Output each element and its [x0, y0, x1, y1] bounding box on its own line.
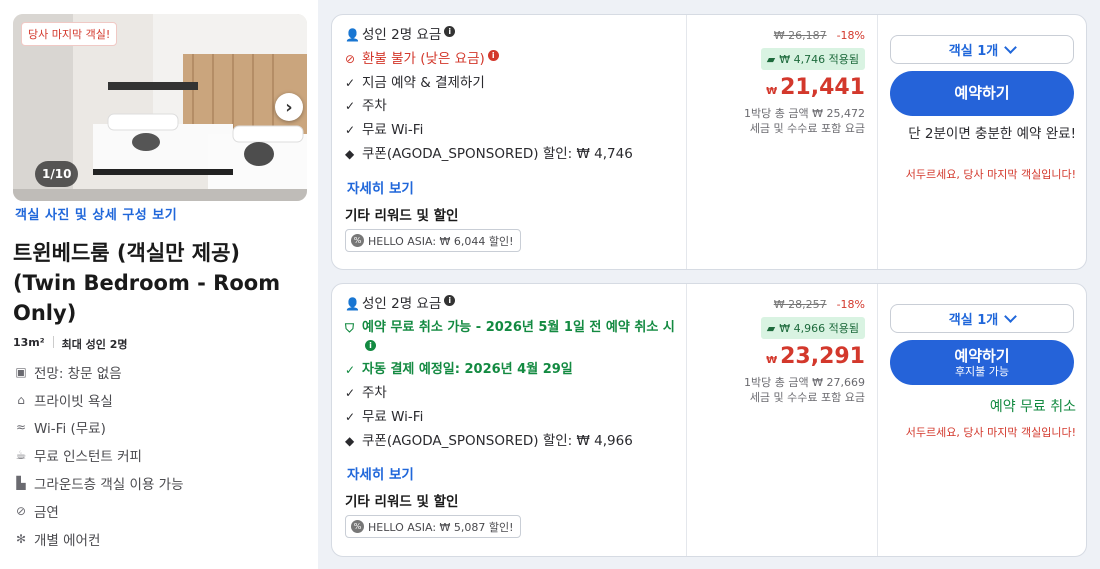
- final-price: ₩21,441: [766, 75, 865, 100]
- other-rewards-label: 기타 리워드 및 할인: [345, 208, 459, 224]
- guests-row: 👤 성인 2명 요금 i: [345, 295, 675, 313]
- offer-benefits: 👤 성인 2명 요금 i ⛉ 예약 무료 취소 가능 - 2026년 5월 1일 전 …: [345, 295, 675, 456]
- ticket-icon: ▰: [766, 52, 776, 66]
- promo-tag[interactable]: % HELLO ASIA: ₩ 5,087 할인!: [345, 515, 521, 538]
- divider: [52, 336, 54, 348]
- feature-item: ⌂ 프라이빗 욕실: [14, 386, 184, 414]
- coupon-row: ◆ 쿠폰(AGODA_SPONSORED) 할인: ₩ 4,966: [345, 432, 633, 449]
- discount-percent: -18%: [836, 29, 865, 42]
- feature-item: ⊘ 금연: [15, 503, 59, 521]
- last-room-warning: 서두르세요, 당사 마지막 객실입니다!: [905, 168, 1076, 181]
- info-icon[interactable]: i: [365, 339, 376, 351]
- benefit-item: ✓ 지금 예약 & 결제하기: [345, 74, 485, 91]
- info-icon[interactable]: i: [444, 295, 456, 306]
- pay-later-label: 후지불 가능: [954, 364, 1010, 378]
- shield-check-icon: ⛉: [345, 320, 355, 335]
- info-icon[interactable]: i: [444, 26, 456, 37]
- wifi-icon: ≈: [15, 420, 27, 435]
- check-icon: ✓: [345, 123, 356, 138]
- check-icon: ✓: [345, 75, 356, 90]
- photo-details-link[interactable]: 객실 사진 및 상세 구성 보기: [15, 204, 177, 223]
- tag-icon: ◆: [345, 433, 355, 448]
- chevron-right-icon: ›: [285, 96, 293, 118]
- more-details-link[interactable]: 자세히 보기: [347, 177, 414, 197]
- room-title: 트윈베드룸 (객실만 제공) (Twin Bedroom - Room Only…: [13, 241, 281, 325]
- room-meta: 13m² 최대 성인 2명: [13, 336, 128, 352]
- coupon-row: ◆ 쿠폰(AGODA_SPONSORED) 할인: ₩ 4,746: [345, 145, 633, 162]
- more-details-link[interactable]: 자세히 보기: [347, 463, 414, 483]
- room-panel: 당사 마지막 객실! › 1/10 객실 사진 및 상세 구성 보기 트윈베드룸…: [0, 0, 318, 569]
- info-icon[interactable]: i: [487, 49, 499, 61]
- cancel-policy: ⛉ 예약 무료 취소 가능 - 2026년 5월 1일 전 예약 취소 시i: [345, 319, 675, 351]
- original-price-row: ₩ 28,257 -18%: [774, 298, 865, 311]
- no-entry-icon: ⊘: [345, 51, 356, 66]
- feature-item: ✻ 개별 에어컨: [15, 531, 101, 549]
- price-details: 1박당 총 금액 ₩ 25,472 세금 및 수수료 포함 요금: [744, 107, 865, 135]
- final-price: ₩23,291: [766, 344, 865, 369]
- photo-next-button[interactable]: ›: [275, 93, 303, 121]
- percent-icon: %: [351, 234, 364, 247]
- last-room-warning: 서두르세요, 당사 마지막 객실입니다!: [905, 426, 1076, 439]
- booking-column: 객실 1개 예약하기 후지불 가능 예약 무료 취소 서두르세요, 당사 마지막…: [878, 284, 1088, 556]
- room-size: 13m²: [13, 336, 45, 349]
- offer-card-1: 👤 성인 2명 요금 i ⊘ 환불 불가 (낮은 요금) i ✓ 지금 예약 & 결제하기…: [331, 14, 1087, 270]
- percent-icon: %: [351, 520, 364, 533]
- benefit-item: ✓ 주차: [345, 98, 387, 115]
- original-price: ₩ 26,187: [773, 29, 827, 42]
- original-price-row: ₩ 26,187 -18%: [774, 29, 865, 42]
- booking-column: 객실 1개 예약하기 단 2분이면 충분한 예약 완료! 서두르세요, 당사 마…: [878, 15, 1088, 269]
- benefit-item: ✓ 무료 Wi-Fi: [345, 409, 424, 426]
- room-occupancy: 최대 성인 2명: [61, 338, 128, 351]
- bathtub-icon: ⌂: [17, 392, 25, 407]
- price-details: 1박당 총 금액 ₩ 27,669 세금 및 수수료 포함 요금: [744, 376, 865, 404]
- feature-item: ▙ 그라운드층 객실 이용 가능: [14, 469, 183, 497]
- last-room-badge: 당사 마지막 객실!: [21, 22, 118, 46]
- auto-pay-date: ✓ 자동 결제 예정일: 2026년 4월 29일: [345, 361, 573, 377]
- feature-item: ▣ 전망: 창문 없음: [15, 364, 122, 382]
- room-count-select[interactable]: 객실 1개: [890, 304, 1074, 333]
- chevron-down-icon: [1004, 309, 1018, 323]
- guests-row: 👤 성인 2명 요금 i: [345, 26, 675, 44]
- offer-benefits: 👤 성인 2명 요금 i ⊘ 환불 불가 (낮은 요금) i ✓ 지금 예약 & 결제하기…: [345, 26, 675, 169]
- chevron-down-icon: [1004, 40, 1018, 54]
- check-icon: ✓: [345, 386, 356, 401]
- room-count-select[interactable]: 객실 1개: [890, 35, 1074, 64]
- free-cancel-note: 예약 무료 취소: [989, 399, 1076, 415]
- other-rewards-label: 기타 리워드 및 할인: [345, 494, 459, 510]
- promo-tag[interactable]: % HELLO ASIA: ₩ 6,044 할인!: [345, 229, 521, 252]
- no-smoking-icon: ⊘: [15, 503, 27, 518]
- aircon-icon: ✻: [15, 531, 27, 546]
- price-column: ₩ 26,187 -18% ▰ ₩ 4,746 적용됨 ₩21,441 1박당 총…: [687, 15, 877, 269]
- book-button[interactable]: 예약하기: [890, 71, 1074, 116]
- room-features: ▣ 전망: 창문 없음 ⌂ 프라이빗 욕실 ≈ Wi-Fi (무료) ☕ 무료 인스턴트…: [14, 358, 184, 553]
- feature-item: ☕ 무료 인스턴트 커피: [15, 448, 142, 466]
- floor-icon: ▙: [16, 476, 26, 491]
- room-photo[interactable]: 당사 마지막 객실! › 1/10: [13, 14, 307, 201]
- cancel-policy: ⊘ 환불 불가 (낮은 요금) i: [345, 49, 675, 68]
- offer-card-2: 👤 성인 2명 요금 i ⛉ 예약 무료 취소 가능 - 2026년 5월 1일 전 …: [331, 283, 1087, 557]
- original-price: ₩ 28,257: [773, 298, 827, 311]
- tag-icon: ◆: [345, 146, 355, 161]
- window-icon: ▣: [15, 364, 27, 379]
- price-column: ₩ 28,257 -18% ▰ ₩ 4,966 적용됨 ₩23,291 1박당 총…: [687, 284, 877, 556]
- coupon-applied-badge: ▰ ₩ 4,746 적용됨: [760, 48, 865, 70]
- discount-percent: -18%: [836, 298, 865, 311]
- ticket-icon: ▰: [766, 321, 776, 335]
- booking-note: 단 2분이면 충분한 예약 완료!: [908, 126, 1076, 142]
- photo-counter: 1/10: [35, 161, 79, 187]
- person-icon: 👤: [345, 28, 360, 42]
- book-button[interactable]: 예약하기 후지불 가능: [890, 340, 1074, 385]
- benefit-item: ✓ 무료 Wi-Fi: [345, 122, 424, 139]
- check-icon: ✓: [345, 410, 356, 425]
- person-icon: 👤: [345, 297, 360, 311]
- coffee-icon: ☕: [15, 448, 27, 463]
- check-icon: ✓: [345, 362, 356, 377]
- coupon-applied-badge: ▰ ₩ 4,966 적용됨: [760, 317, 865, 339]
- benefit-item: ✓ 주차: [345, 385, 387, 402]
- check-icon: ✓: [345, 99, 356, 114]
- feature-item: ≈ Wi-Fi (무료): [15, 420, 106, 438]
